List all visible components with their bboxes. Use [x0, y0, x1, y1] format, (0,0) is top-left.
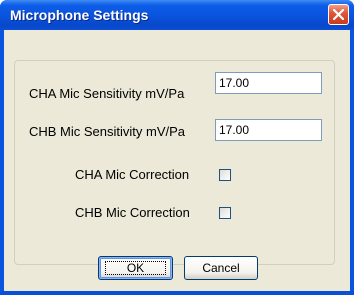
ok-button[interactable]: OK	[98, 256, 173, 280]
cha-sensitivity-label: CHA Mic Sensitivity mV/Pa	[29, 86, 185, 101]
cha-sensitivity-input[interactable]	[215, 72, 322, 94]
cha-correction-checkbox[interactable]	[219, 169, 231, 181]
dialog-window: Microphone Settings CHA Mic Sensitivity …	[0, 0, 354, 295]
window-title: Microphone Settings	[10, 7, 149, 23]
close-icon	[333, 9, 344, 20]
chb-sensitivity-input[interactable]	[215, 119, 322, 141]
cancel-button-label: Cancel	[202, 261, 240, 275]
title-bar[interactable]: Microphone Settings	[0, 0, 354, 30]
chb-correction-checkbox[interactable]	[219, 207, 231, 219]
window-bottom-border	[0, 291, 354, 295]
chb-sensitivity-label: CHB Mic Sensitivity mV/Pa	[29, 124, 186, 139]
cancel-button[interactable]: Cancel	[184, 256, 258, 280]
chb-correction-label: CHB Mic Correction	[75, 205, 190, 220]
close-button[interactable]	[328, 4, 349, 25]
focus-ring	[105, 261, 166, 275]
dialog-body: CHA Mic Sensitivity mV/Pa CHB Mic Sensit…	[4, 30, 350, 291]
cha-correction-label: CHA Mic Correction	[75, 167, 190, 182]
